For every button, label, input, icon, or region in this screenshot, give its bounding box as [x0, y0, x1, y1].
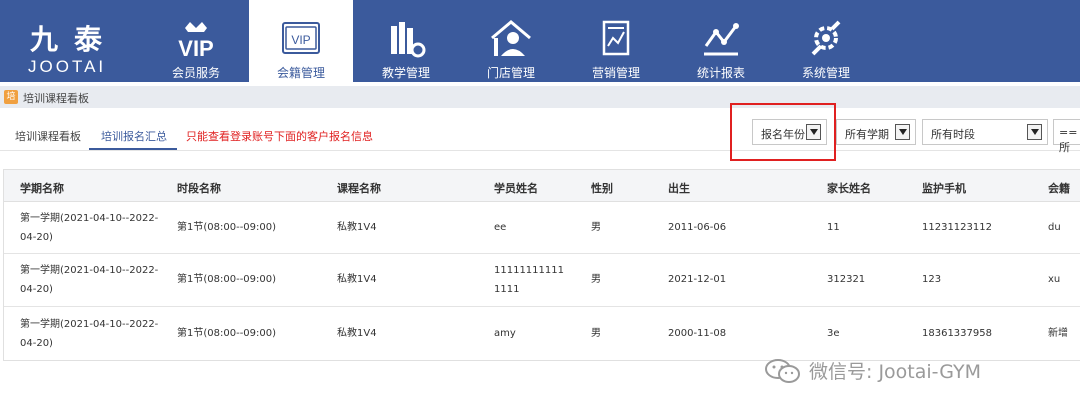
- books-gear-icon: [391, 22, 426, 58]
- cell-birth: 2011-06-06: [668, 222, 727, 233]
- nav-item-label: 会籍管理: [276, 66, 325, 80]
- wrench-gear-icon: [811, 20, 841, 56]
- annotation-highlight-box: [730, 103, 836, 161]
- column-header[interactable]: 会籍: [1048, 180, 1070, 196]
- nav-item-store-management[interactable]: 门店管理: [460, 0, 562, 82]
- registration-table: 学期名称 时段名称 课程名称 学员姓名 性别 出生 家长姓名 监护手机 会籍 第…: [3, 169, 1080, 361]
- column-header[interactable]: 学员姓名: [494, 180, 538, 196]
- chevron-down-icon[interactable]: [1027, 124, 1042, 140]
- column-header[interactable]: 出生: [668, 180, 690, 196]
- table-header: 学期名称 时段名称 课程名称 学员姓名 性别 出生 家长姓名 监护手机 会籍: [4, 170, 1080, 202]
- tab-training-course-board[interactable]: 培训课程看板: [15, 128, 81, 144]
- nav-item-label: 会员服务: [171, 66, 220, 80]
- cell-course: 私教1V4: [337, 274, 377, 285]
- table-row[interactable]: 第一学期(2021-04-10--2022-04-20) 第1节(08:00--…: [4, 203, 1080, 254]
- brand-name-en: JOOTAI: [28, 57, 107, 76]
- cell-birth: 2000-11-08: [668, 328, 727, 339]
- cell-membership: du: [1048, 222, 1061, 233]
- cell-term: 第一学期(2021-04-10--2022-04-20): [20, 213, 159, 243]
- brand-logo[interactable]: 九泰 JOOTAI: [0, 0, 150, 82]
- breadcrumb: 培 培训课程看板: [0, 86, 1080, 108]
- svg-text:VIP: VIP: [291, 33, 310, 47]
- column-header[interactable]: 课程名称: [337, 180, 381, 196]
- nav-item-teaching-management[interactable]: 教学管理: [355, 0, 457, 82]
- cell-membership: 新增: [1048, 328, 1068, 339]
- tabs-divider: [0, 150, 1080, 151]
- wechat-icon: [765, 359, 800, 383]
- table-row[interactable]: 第一学期(2021-04-10--2022-04-20) 第1节(08:00--…: [4, 307, 1080, 361]
- nav-item-marketing-management[interactable]: 营销管理: [565, 0, 667, 82]
- watermark-text: 微信号: Jootai-GYM: [809, 361, 981, 383]
- brand-name-cn: 九泰: [30, 23, 119, 56]
- tab-training-registration-summary[interactable]: 培训报名汇总: [101, 128, 167, 144]
- permission-warning: 只能查看登录账号下面的客户报名信息: [186, 130, 373, 143]
- column-header[interactable]: 学期名称: [20, 180, 64, 196]
- cell-parent: 11: [827, 222, 840, 233]
- column-header[interactable]: 家长姓名: [827, 180, 871, 196]
- cell-student: 111111111111111: [494, 265, 564, 295]
- cell-gender: 男: [591, 222, 601, 233]
- nav-item-label: 教学管理: [381, 66, 430, 80]
- cell-course: 私教1V4: [337, 222, 377, 233]
- cell-term: 第一学期(2021-04-10--2022-04-20): [20, 265, 159, 295]
- cell-parent: 3e: [827, 328, 840, 339]
- extra-select[interactable]: ==所: [1053, 119, 1080, 154]
- nav-item-label: 统计报表: [696, 66, 745, 80]
- table-row[interactable]: 第一学期(2021-04-10--2022-04-20) 第1节(08:00--…: [4, 254, 1080, 307]
- cell-course: 私教1V4: [337, 328, 377, 339]
- cell-membership: xu: [1048, 274, 1061, 285]
- cell-parent: 312321: [827, 274, 866, 285]
- nav-item-label: 营销管理: [591, 66, 640, 80]
- breadcrumb-app-icon: 培: [4, 90, 18, 104]
- nav-item-label: 系统管理: [801, 66, 850, 80]
- column-header[interactable]: 时段名称: [177, 180, 221, 196]
- column-header[interactable]: 监护手机: [922, 180, 966, 196]
- cell-gender: 男: [591, 274, 601, 285]
- cell-birth: 2021-12-01: [668, 274, 727, 285]
- svg-text:VIP: VIP: [178, 36, 213, 60]
- nav-item-label: 门店管理: [486, 66, 535, 80]
- cell-period: 第1节(08:00--09:00): [177, 328, 277, 339]
- term-select[interactable]: 所有学期: [836, 119, 916, 145]
- cell-phone: 18361337958: [922, 328, 992, 339]
- chevron-down-icon[interactable]: [895, 124, 910, 140]
- cell-student: amy: [494, 328, 516, 339]
- chart-document-icon: [602, 20, 630, 56]
- nav-item-statistics-report[interactable]: 统计报表: [670, 0, 772, 82]
- column-header[interactable]: 性别: [591, 180, 613, 196]
- cell-period: 第1节(08:00--09:00): [177, 274, 277, 285]
- breadcrumb-label[interactable]: 培训课程看板: [23, 90, 89, 106]
- nav-item-system-management[interactable]: 系统管理: [775, 0, 877, 82]
- cell-phone: 123: [922, 274, 942, 285]
- cell-phone: 11231123112: [922, 222, 992, 233]
- vip-crown-icon: VIP: [178, 22, 214, 60]
- nav-item-member-service[interactable]: VIP 会员服务: [145, 0, 247, 82]
- line-chart-icon: [704, 23, 739, 56]
- cell-term: 第一学期(2021-04-10--2022-04-20): [20, 319, 159, 349]
- select-value: 所有时段: [931, 128, 975, 141]
- cell-period: 第1节(08:00--09:00): [177, 222, 277, 233]
- store-person-icon: [491, 20, 531, 56]
- time-period-select[interactable]: 所有时段: [922, 119, 1048, 145]
- select-value: 所有学期: [845, 128, 889, 141]
- cell-gender: 男: [591, 328, 601, 339]
- nav-item-membership-management[interactable]: VIP 会籍管理: [249, 0, 353, 82]
- vip-card-icon: VIP: [282, 22, 320, 54]
- top-navigation: 九泰 JOOTAI VIP 会员服务 VIP 会籍管理 教学管理 门店管理 营销…: [0, 0, 1080, 82]
- cell-student: ee: [494, 222, 507, 233]
